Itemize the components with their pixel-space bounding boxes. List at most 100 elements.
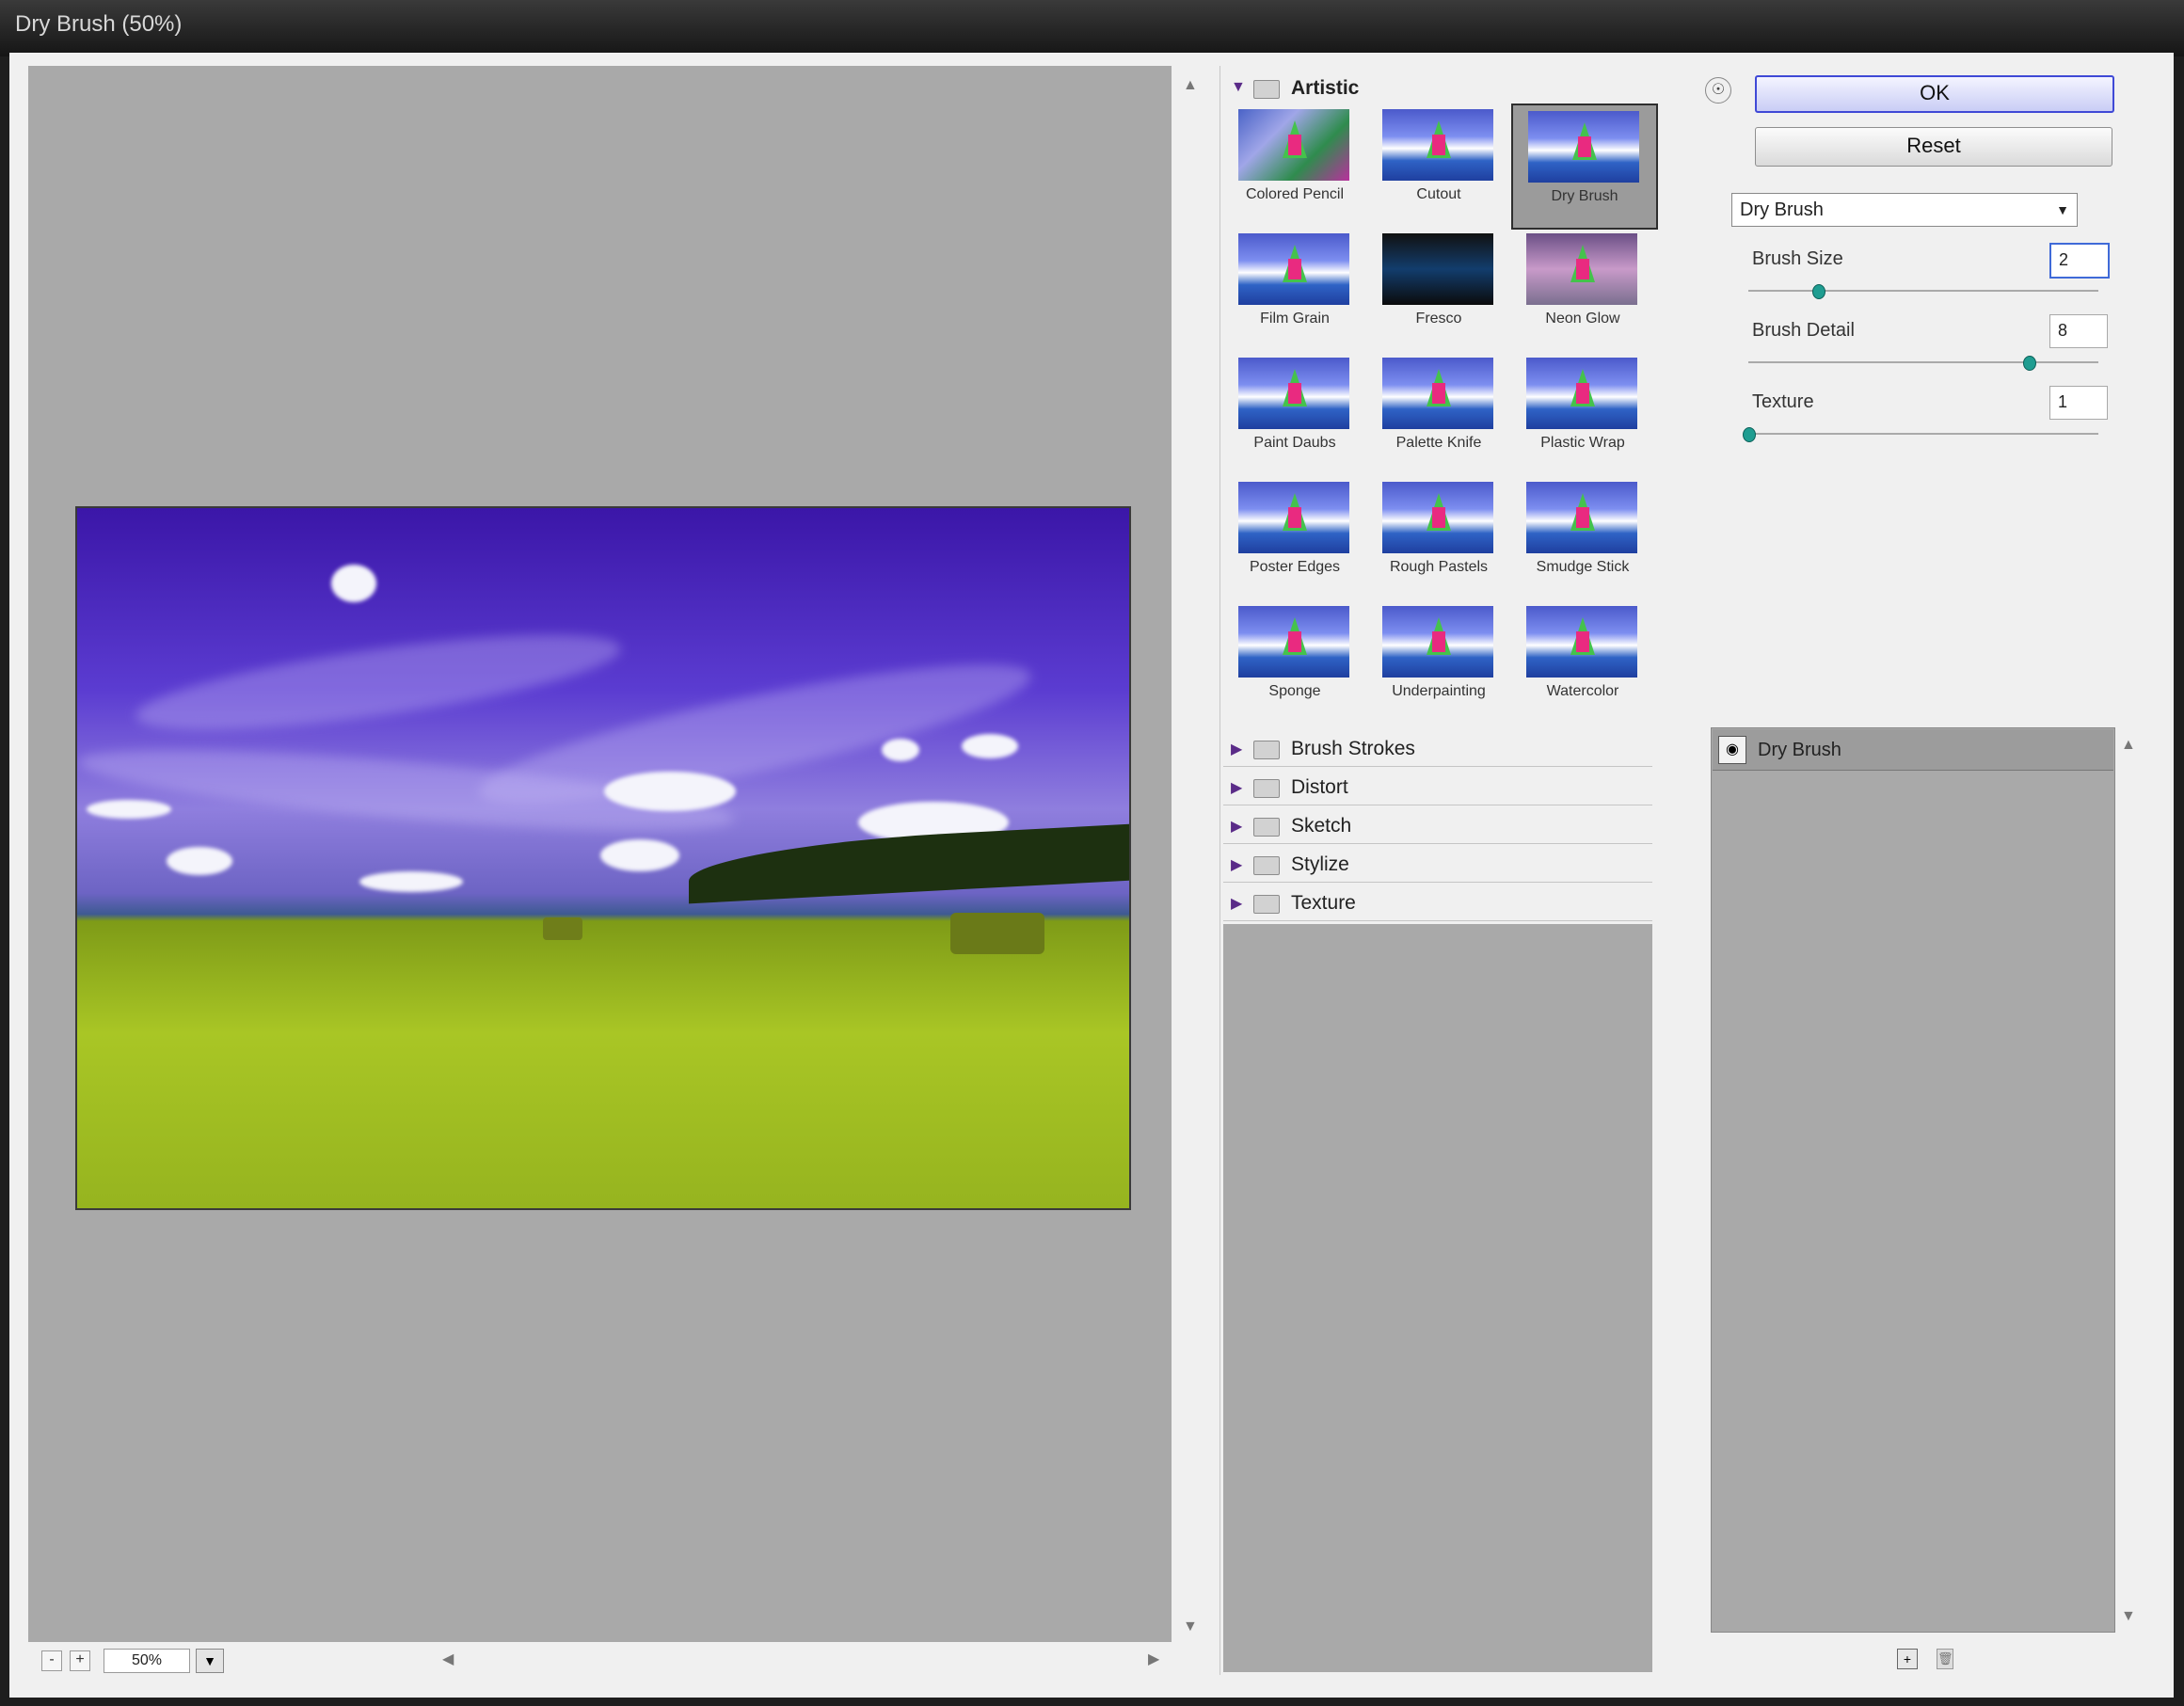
filter-select[interactable]: Dry Brush ▼ xyxy=(1731,193,2078,227)
param-slider-track[interactable] xyxy=(1748,361,2098,363)
filter-thumb-image xyxy=(1238,233,1349,305)
filter-thumb-label: Sponge xyxy=(1268,683,1321,699)
category-row[interactable]: ▶ Sketch xyxy=(1223,809,1652,844)
folder-icon xyxy=(1253,818,1280,837)
zoom-level-field[interactable]: 50% xyxy=(104,1649,190,1673)
filter-thumb-label: Colored Pencil xyxy=(1245,186,1345,202)
filter-thumb-image xyxy=(1382,482,1493,553)
filter-thumb-image xyxy=(1382,606,1493,678)
zoom-in-button[interactable]: + xyxy=(70,1650,90,1671)
param-slider-knob[interactable] xyxy=(1743,427,1756,442)
trash-icon[interactable]: 🗑 xyxy=(1937,1649,1953,1669)
preview-vertical-scrollbar[interactable]: ▲ ▼ xyxy=(1172,66,1207,1642)
filter-thumb[interactable]: Film Grain xyxy=(1223,228,1366,350)
filter-thumb-image xyxy=(1382,233,1493,305)
filter-thumb[interactable]: Plastic Wrap xyxy=(1511,352,1654,474)
param-slider-track[interactable] xyxy=(1748,433,2098,435)
param-slider-track[interactable] xyxy=(1748,290,2098,292)
folder-icon xyxy=(1253,80,1280,99)
filter-thumb-image xyxy=(1238,109,1349,181)
folder-icon xyxy=(1253,779,1280,798)
category-row[interactable]: ▶ Distort xyxy=(1223,771,1652,805)
scroll-down-icon[interactable]: ▼ xyxy=(2121,1608,2136,1625)
zoom-out-button[interactable]: - xyxy=(41,1650,62,1671)
param-value-field[interactable]: 2 xyxy=(2049,243,2110,279)
scroll-left-icon[interactable]: ◀ xyxy=(442,1650,454,1668)
category-row[interactable]: ▶ Texture xyxy=(1223,886,1652,921)
filter-thumb[interactable]: Cutout xyxy=(1367,104,1510,226)
category-label: Sketch xyxy=(1291,815,1352,837)
param-value-field[interactable]: 1 xyxy=(2049,386,2108,420)
ok-button[interactable]: OK xyxy=(1755,75,2114,113)
filter-thumb[interactable]: Paint Daubs xyxy=(1223,352,1366,474)
zoom-dropdown-icon[interactable]: ▼ xyxy=(196,1649,224,1673)
category-label: Artistic xyxy=(1291,77,1360,99)
preview-image[interactable] xyxy=(75,506,1131,1210)
scroll-up-icon[interactable]: ▲ xyxy=(1183,77,1198,94)
param-slider-knob[interactable] xyxy=(2022,356,2036,371)
filter-thumb-label: Smudge Stick xyxy=(1536,559,1630,575)
filter-thumb[interactable]: Colored Pencil xyxy=(1223,104,1366,226)
scroll-right-icon[interactable]: ▶ xyxy=(1148,1650,1159,1668)
filter-thumb-label: Dry Brush xyxy=(1551,188,1618,204)
gallery-empty-area xyxy=(1223,924,1652,1672)
reset-button[interactable]: Reset xyxy=(1755,127,2112,167)
new-effect-layer-icon[interactable]: + xyxy=(1897,1649,1918,1669)
filter-thumb[interactable]: Smudge Stick xyxy=(1511,476,1654,598)
filter-thumb[interactable]: Poster Edges xyxy=(1223,476,1366,598)
triangle-right-icon: ▶ xyxy=(1231,896,1243,912)
chevron-down-icon: ▼ xyxy=(2056,202,2069,217)
filter-thumb-label: Neon Glow xyxy=(1545,311,1620,327)
filter-thumb[interactable]: Neon Glow xyxy=(1511,228,1654,350)
layers-scrollbar[interactable]: ▲ ▼ xyxy=(2115,727,2140,1633)
param-label: Brush Detail xyxy=(1752,320,1855,341)
filter-thumb-image xyxy=(1526,482,1637,553)
filter-thumb-image xyxy=(1526,606,1637,678)
info-icon[interactable]: ☉ xyxy=(1705,77,1731,104)
filter-thumb[interactable]: Fresco xyxy=(1367,228,1510,350)
param-label: Texture xyxy=(1752,391,1814,412)
title-bar xyxy=(0,0,2184,56)
folder-icon xyxy=(1253,741,1280,759)
scroll-down-icon[interactable]: ▼ xyxy=(1183,1618,1198,1635)
eye-icon[interactable]: ◉ xyxy=(1718,736,1746,764)
filter-thumb[interactable]: Underpainting xyxy=(1367,600,1510,723)
filter-thumb-image xyxy=(1526,358,1637,429)
filter-thumb-image xyxy=(1238,358,1349,429)
scroll-up-icon[interactable]: ▲ xyxy=(2121,737,2136,754)
filter-thumb-label: Watercolor xyxy=(1546,683,1619,699)
folder-icon xyxy=(1253,895,1280,914)
category-row[interactable]: ▶ Stylize xyxy=(1223,848,1652,883)
triangle-right-icon: ▶ xyxy=(1231,741,1243,757)
filter-thumb-image xyxy=(1238,606,1349,678)
filter-thumb-label: Underpainting xyxy=(1392,683,1486,699)
filter-select-value: Dry Brush xyxy=(1740,199,1824,220)
param-value-field[interactable]: 8 xyxy=(2049,314,2108,348)
triangle-right-icon: ▶ xyxy=(1231,857,1243,873)
folder-icon xyxy=(1253,856,1280,875)
filter-thumb-label: Rough Pastels xyxy=(1389,559,1489,575)
filter-thumb-label: Paint Daubs xyxy=(1253,435,1336,451)
filter-thumb-image xyxy=(1528,111,1639,183)
effect-layer-name: Dry Brush xyxy=(1758,740,1841,760)
filter-thumb[interactable]: Sponge xyxy=(1223,600,1366,723)
filter-thumb[interactable]: Palette Knife xyxy=(1367,352,1510,474)
filter-thumb[interactable]: Rough Pastels xyxy=(1367,476,1510,598)
filter-thumb[interactable]: Dry Brush xyxy=(1511,104,1658,230)
window-title: Dry Brush (50%) xyxy=(15,11,183,37)
category-label: Brush Strokes xyxy=(1291,738,1415,759)
triangle-down-icon: ▼ xyxy=(1231,79,1246,95)
filter-thumb-label: Poster Edges xyxy=(1249,559,1341,575)
filter-thumb-image xyxy=(1382,358,1493,429)
filter-thumb-label: Palette Knife xyxy=(1395,435,1482,451)
filter-thumb[interactable]: Watercolor xyxy=(1511,600,1654,723)
filter-thumb-image xyxy=(1526,233,1637,305)
filter-thumb-label: Fresco xyxy=(1415,311,1462,327)
category-artistic[interactable]: ▼ Artistic xyxy=(1223,72,1652,105)
category-label: Distort xyxy=(1291,776,1348,798)
filter-thumb-label: Film Grain xyxy=(1260,311,1330,327)
triangle-right-icon: ▶ xyxy=(1231,819,1243,835)
category-label: Stylize xyxy=(1291,853,1349,875)
category-row[interactable]: ▶ Brush Strokes xyxy=(1223,732,1652,767)
triangle-right-icon: ▶ xyxy=(1231,780,1243,796)
